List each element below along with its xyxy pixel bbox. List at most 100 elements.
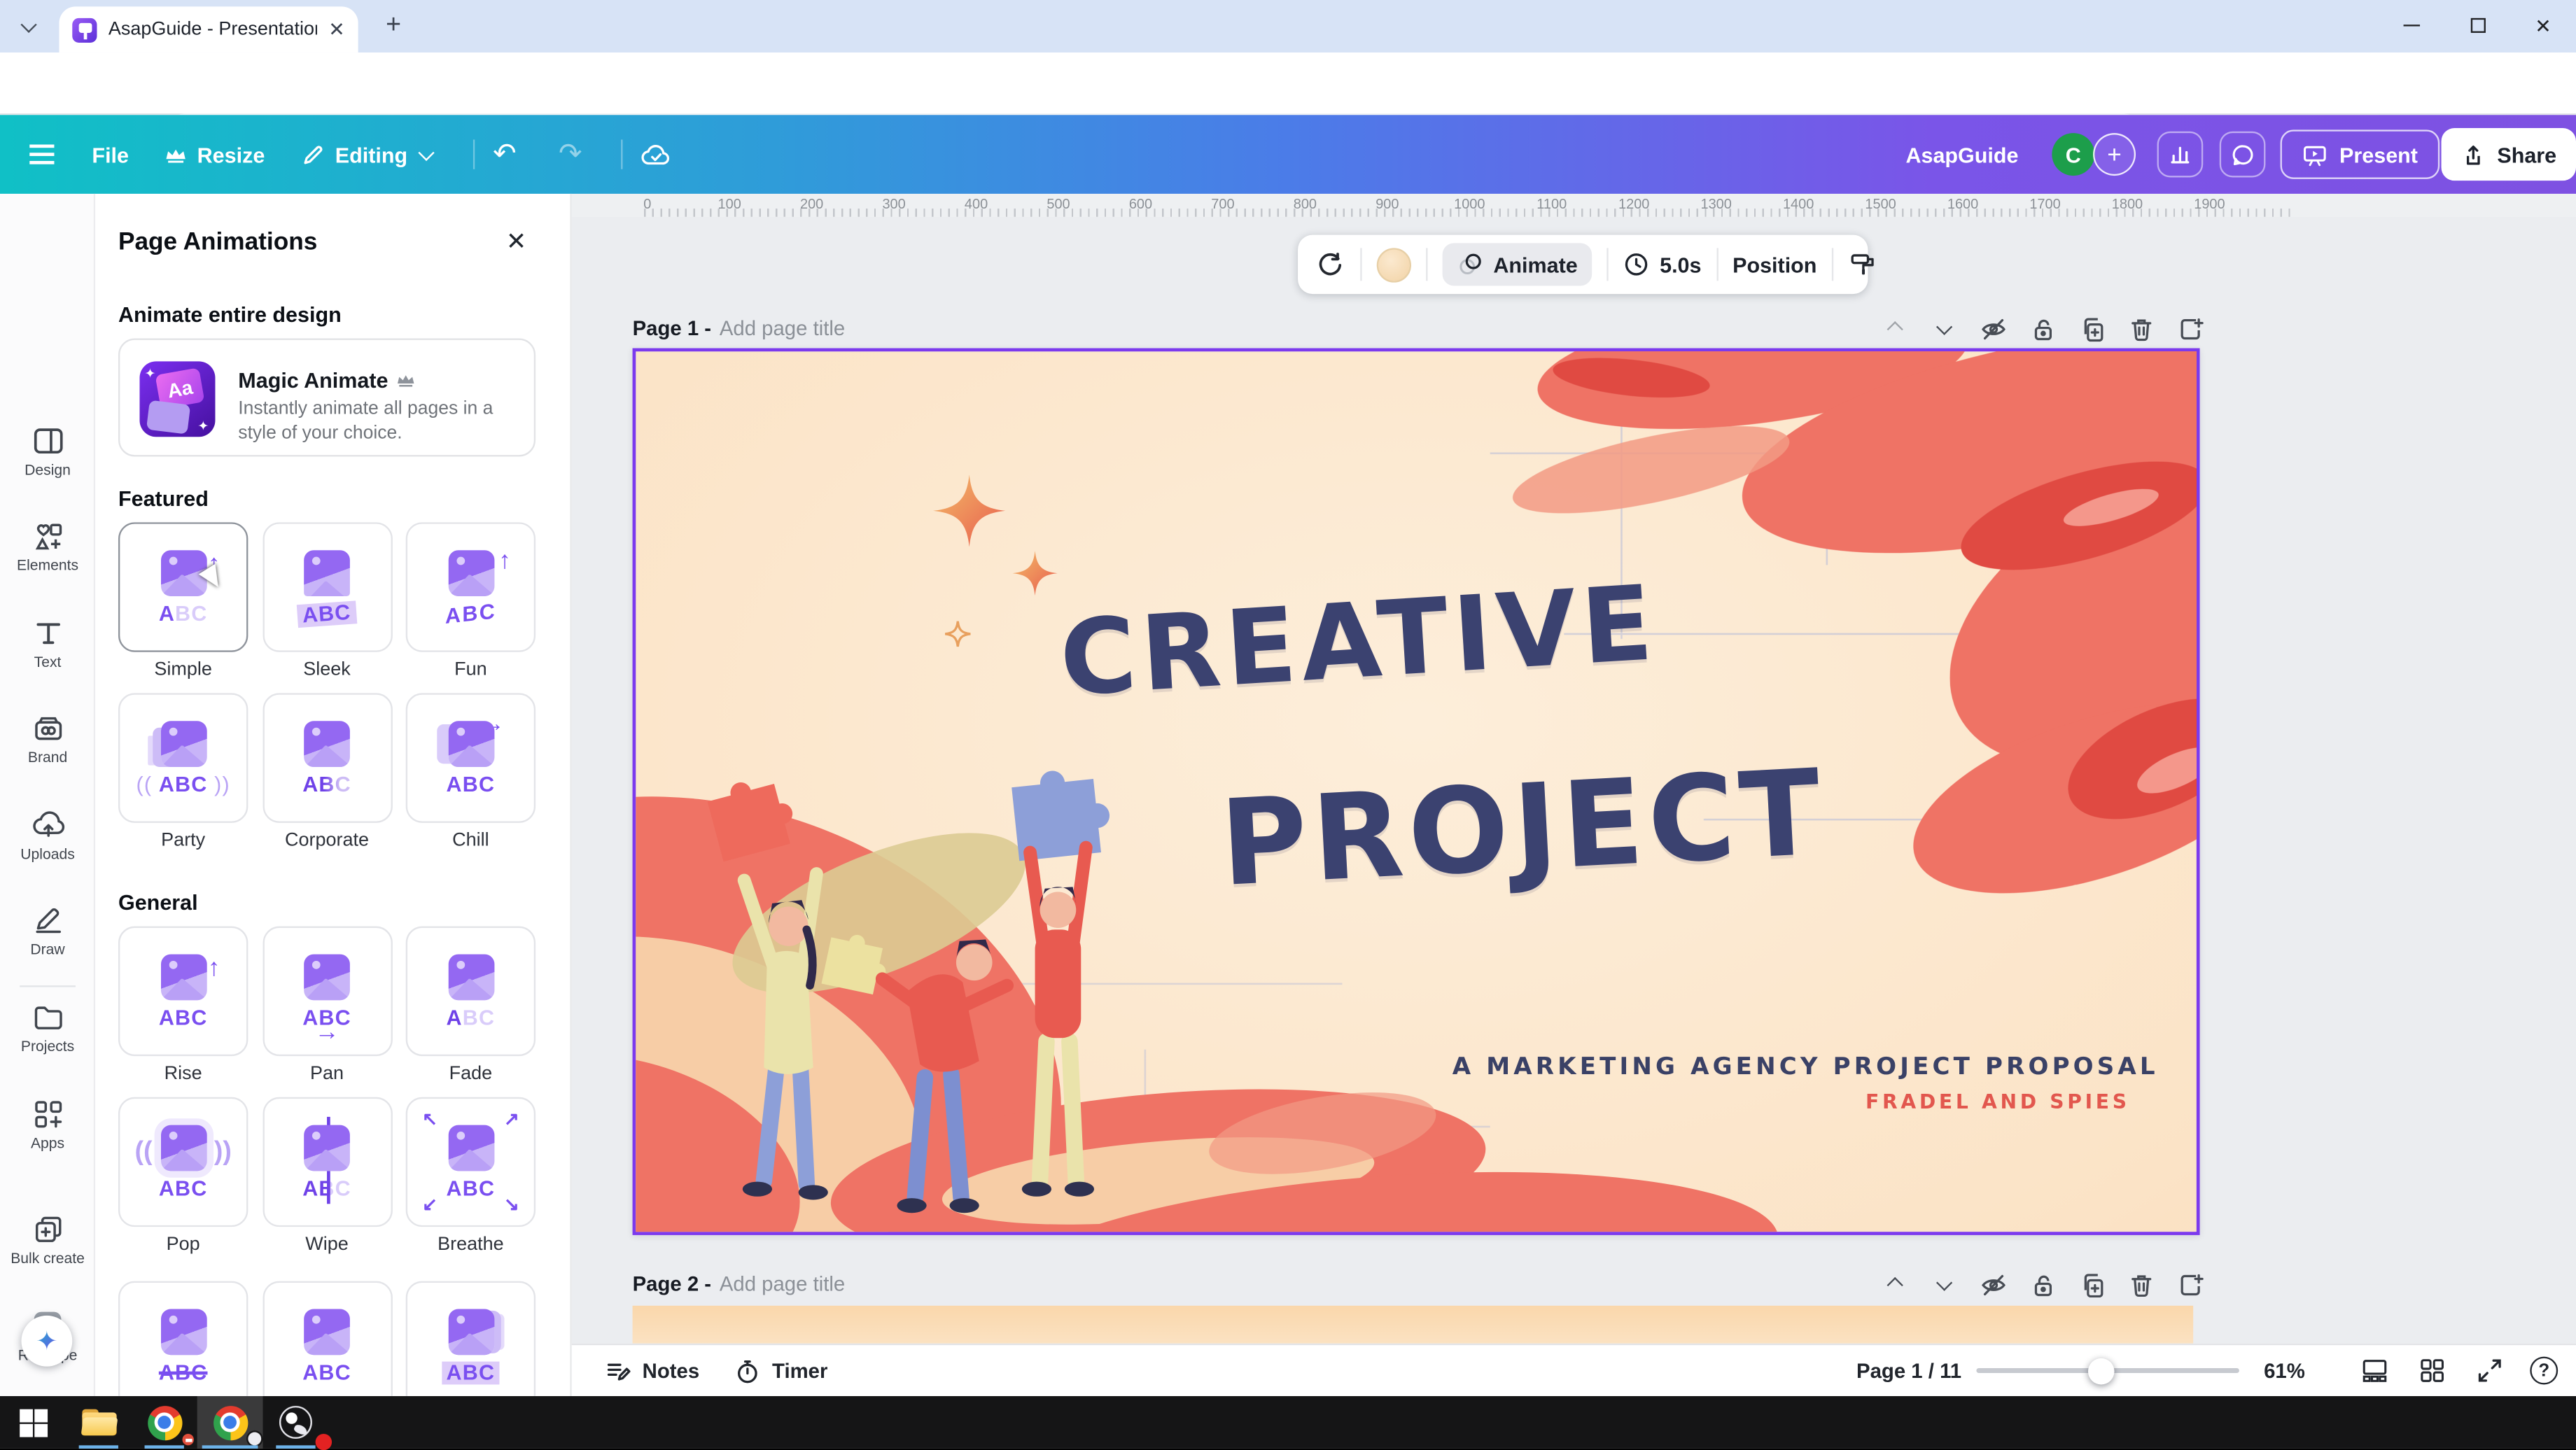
canva-assistant-button[interactable]: ✦	[22, 1316, 73, 1367]
share-button[interactable]: Share	[2442, 128, 2576, 181]
duplicate-page-icon[interactable]	[2078, 316, 2106, 344]
lock-page-icon[interactable]	[2029, 1272, 2057, 1300]
sidebar-item-text[interactable]: Text	[0, 616, 95, 670]
move-page-up-icon[interactable]	[1881, 316, 1909, 344]
sidebar-item-bulk-create[interactable]: Bulk create	[0, 1212, 95, 1266]
account-name[interactable]: AsapGuide	[1905, 115, 2018, 194]
insights-button[interactable]	[2157, 132, 2204, 178]
page1-label: Page 1 -	[633, 317, 712, 340]
delete-page-icon[interactable]	[2127, 316, 2155, 344]
animation-style-tile[interactable]: ABC	[406, 1281, 536, 1396]
general-section-label: General	[118, 890, 198, 915]
crown-icon	[164, 146, 188, 164]
canvas-page-1[interactable]: CREATIVE PROJECT A MARKETING AGENCY PROJ…	[633, 349, 2200, 1235]
move-page-down-icon[interactable]	[1931, 316, 1959, 344]
animation-style-tile[interactable]: ABC Sleek	[262, 522, 391, 680]
duplicate-page-icon[interactable]	[2078, 1272, 2106, 1300]
sidebar-item-apps[interactable]: Apps	[0, 1097, 95, 1151]
file-explorer-button[interactable]	[66, 1396, 132, 1449]
add-page-icon[interactable]	[2177, 316, 2205, 344]
redo-button[interactable]: ↷	[559, 115, 582, 194]
magic-animate-card[interactable]: ✦ Aa ✦ Magic Animate Instantly animate a…	[118, 338, 536, 456]
animation-style-tile[interactable]: ABC Chill	[406, 693, 536, 850]
hide-page-icon[interactable]	[1980, 316, 2008, 344]
comments-button[interactable]	[2220, 132, 2266, 178]
move-page-up-icon[interactable]	[1881, 1272, 1909, 1300]
zoom-slider-thumb[interactable]	[2088, 1358, 2115, 1384]
position-button[interactable]: Position	[1732, 252, 1816, 276]
delete-page-icon[interactable]	[2127, 1272, 2155, 1300]
featured-animations-grid: ABC Simple ABC	[118, 522, 549, 850]
sidebar-item-projects[interactable]: Projects	[0, 1000, 95, 1054]
panel-close-icon[interactable]: ✕	[506, 227, 527, 256]
lock-page-icon[interactable]	[2029, 316, 2057, 344]
fullscreen-icon[interactable]	[2476, 1357, 2504, 1385]
sidebar-item-uploads[interactable]: Uploads	[0, 808, 95, 862]
background-color-swatch[interactable]	[1377, 247, 1411, 281]
user-avatar[interactable]: C	[2052, 133, 2094, 176]
browser-tab[interactable]: AsapGuide - Presentation ✕	[59, 6, 358, 52]
obs-studio-button[interactable]	[263, 1396, 329, 1449]
design-subtitle[interactable]: A MARKETING AGENCY PROJECT PROPOSAL	[1395, 1055, 2200, 1081]
chrome-window-1-button[interactable]	[132, 1396, 197, 1449]
presenter-view-icon[interactable]	[2361, 1357, 2389, 1385]
sidebar-item-design[interactable]: Design	[0, 424, 95, 478]
editing-mode-menu[interactable]: Editing	[300, 115, 432, 194]
hide-page-icon[interactable]	[1980, 1272, 2008, 1300]
sidebar-item-brand[interactable]: Brand	[0, 711, 95, 765]
menu-icon[interactable]	[29, 115, 54, 194]
new-tab-button[interactable]: +	[379, 13, 407, 41]
animation-style-label: Fade	[406, 1064, 536, 1084]
start-button[interactable]	[0, 1396, 66, 1449]
help-icon[interactable]: ?	[2530, 1357, 2558, 1385]
tab-search-button[interactable]	[13, 11, 45, 43]
add-member-button[interactable]: +	[2093, 133, 2136, 176]
cycle-transition-icon[interactable]	[1315, 249, 1346, 281]
animation-style-tile[interactable]: ABC Fade	[406, 927, 536, 1084]
animation-style-tile[interactable]: ABC	[118, 1281, 248, 1396]
animation-style-tile[interactable]: ABC Fun	[406, 522, 536, 680]
page1-title-placeholder[interactable]: Add page title	[720, 317, 845, 340]
chrome-icon	[213, 1405, 247, 1440]
animation-style-tile[interactable]: ABC Corporate	[262, 693, 391, 850]
window-minimize-button[interactable]	[2382, 0, 2441, 51]
window-close-button[interactable]: ✕	[2514, 0, 2572, 51]
animation-style-tile[interactable]: ABC Pan	[262, 927, 391, 1084]
notes-button[interactable]: Notes	[605, 1345, 699, 1398]
page2-title-placeholder[interactable]: Add page title	[720, 1273, 845, 1296]
animation-style-label: Breathe	[406, 1235, 536, 1255]
design-byline[interactable]: FRADEL AND SPIES	[1669, 1090, 2199, 1113]
chrome-window-2-button-active[interactable]	[197, 1396, 263, 1449]
animation-style-tile[interactable]: ABC Simple	[118, 522, 248, 680]
add-page-icon[interactable]	[2177, 1272, 2205, 1300]
sidebar-item-draw[interactable]: Draw	[0, 903, 95, 957]
grid-view-icon[interactable]	[2418, 1357, 2446, 1385]
move-page-down-icon[interactable]	[1931, 1272, 1959, 1300]
animation-style-tile[interactable]: ABC Party	[118, 693, 248, 850]
undo-button[interactable]: ↶	[493, 115, 516, 194]
animation-style-tile[interactable]: ABC Breathe	[406, 1097, 536, 1255]
animation-style-icon: ABC	[120, 695, 246, 822]
file-menu[interactable]: File	[92, 115, 129, 194]
paint-roller-icon[interactable]	[1848, 250, 1877, 279]
animation-style-tile[interactable]: ABC Rise	[118, 927, 248, 1084]
window-restore-button[interactable]	[2448, 0, 2507, 51]
animation-style-tile[interactable]: ABC Pop	[118, 1097, 248, 1255]
chevron-down-icon	[419, 144, 435, 160]
animate-button[interactable]: Animate	[1443, 243, 1592, 286]
animation-style-tile[interactable]: ABC Wipe	[262, 1097, 391, 1255]
zoom-level[interactable]: 61%	[2264, 1345, 2305, 1398]
share-upload-icon	[2461, 142, 2486, 167]
timer-button[interactable]: Timer	[734, 1345, 827, 1398]
zoom-slider[interactable]	[1976, 1368, 2239, 1373]
sparkle-icon: ✦	[197, 418, 209, 433]
duration-button[interactable]: 5.0s	[1623, 251, 1701, 278]
canvas-page-2[interactable]	[633, 1306, 2194, 1344]
page-indicator[interactable]: Page 1 / 11	[1856, 1345, 1961, 1398]
tab-close-icon[interactable]: ✕	[328, 20, 345, 39]
image-thumbnail-icon	[304, 1308, 350, 1354]
present-button[interactable]: Present	[2281, 129, 2440, 178]
sidebar-item-elements[interactable]: Elements	[0, 519, 95, 573]
animation-style-tile[interactable]: ABC	[262, 1281, 391, 1396]
resize-menu[interactable]: Resize	[164, 115, 265, 194]
